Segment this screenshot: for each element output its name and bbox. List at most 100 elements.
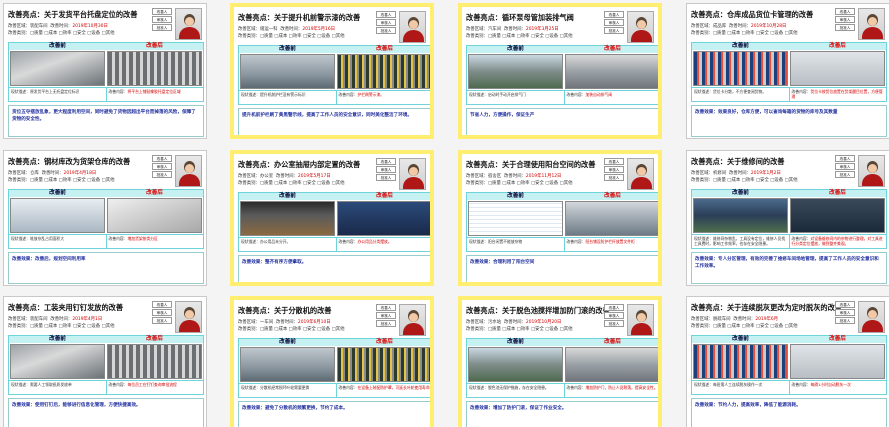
role-boxes: 改善人 审核人 批准人 bbox=[376, 304, 396, 328]
before-after-panel: 改善前 改善后 现状描述：办公用品未分开。 改善内容：办公用品分类摆放。 bbox=[238, 192, 430, 252]
card-title: 改善亮点：关于发货平台托盘定位的改善 bbox=[8, 10, 138, 19]
card-title: 改善亮点：关于合理使用阳台空间的改善 bbox=[466, 160, 596, 169]
after-description: 改善内容：将平台上铺贴橡胶托盘定位区域 bbox=[106, 87, 203, 101]
avatar bbox=[627, 158, 654, 190]
avatar bbox=[399, 158, 426, 190]
after-photo bbox=[790, 51, 885, 86]
before-photo bbox=[240, 201, 335, 236]
after-description: 改善内容：加装自动排气阀 bbox=[564, 90, 658, 104]
avatar bbox=[399, 11, 426, 43]
after-photo bbox=[565, 201, 658, 236]
before-after-panel: 改善前 改善后 现状描述：每班需人工连续脱灰操作一次 改善内容：每隔1小时自动脱灰… bbox=[691, 335, 887, 395]
kaizen-card: 改善亮点：工装夹用钉钉发放的改善 改善区域：装配车间 改善时间：2019年4月1… bbox=[3, 296, 207, 427]
before-label: 改善前 bbox=[9, 43, 106, 50]
kaizen-board: 改善亮点：关于发货平台托盘定位的改善 改善区域：装配车间 改善时间：2019年1… bbox=[0, 0, 889, 427]
role-boxes: 改善人 审核人 批准人 bbox=[835, 8, 855, 32]
card-info: 改善区域：储运一科 改善时间：2019年5月16日 改善类别：□质量 □成本 □… bbox=[238, 27, 345, 39]
before-description: 现状描述：阳台闲置不能放杂物 bbox=[467, 237, 565, 251]
card-title: 改善亮点：仓库成品货位卡管理的改善 bbox=[691, 10, 814, 19]
after-label: 改善后 bbox=[336, 339, 430, 346]
before-description: 现状描述：启动时手动开启排气门 bbox=[467, 90, 565, 104]
before-description: 现状描述：每班需人工连续脱灰操作一次 bbox=[692, 380, 790, 394]
after-label: 改善后 bbox=[789, 190, 886, 197]
role-boxes: 改善人 审核人 批准人 bbox=[604, 11, 624, 35]
effect-box: 节省人力，方便操作，保证生产 bbox=[466, 108, 658, 135]
effect-box: 改善效果：节约人力，提高效率，降低了能源消耗。 bbox=[691, 398, 887, 427]
effect-box: 改善效果：效果良好，仓库方便，可以查询每箱的货物的库号及其数量 bbox=[691, 105, 887, 137]
role-boxes: 改善人 审核人 批准人 bbox=[835, 155, 855, 179]
effect-box: 提升机前护栏刷了黄黑警示线，提高了工作人员的安全意识，同时美化整洁了环境。 bbox=[238, 108, 430, 135]
before-after-panel: 改善前 改善后 现状描述：堆放杂乱占用面积大 改善内容：增加货架按类分区 bbox=[8, 189, 204, 249]
before-photo bbox=[693, 198, 788, 233]
after-label: 改善后 bbox=[336, 193, 430, 200]
after-label: 改善后 bbox=[789, 43, 886, 50]
card-info: 改善区域：汽车间 改善时间：2019年3月25日 改善类别：□质量 □成本 □效… bbox=[466, 27, 573, 39]
card-title: 改善亮点：关于脱色池搅拌增加防门滚的改善 bbox=[466, 306, 610, 315]
before-description: 现状描述：办公用品未分开。 bbox=[239, 237, 337, 251]
after-label: 改善后 bbox=[564, 46, 658, 53]
kaizen-card: 改善亮点：关于维修间的改善 改善区域：机修间 改善时间：2019年1月2日 改善… bbox=[686, 150, 889, 286]
card-info: 改善区域：装配车间 改善时间：2019年10月30日 改善类别：□质量 □成本 … bbox=[8, 24, 115, 36]
before-after-panel: 改善前 改善后 现状描述：提升机前护栏没有警示标识 改善内容：护栏刷警示漆。 bbox=[238, 45, 430, 105]
after-photo bbox=[565, 347, 658, 382]
before-description: 现状描述：需要人工领取纸质发放单 bbox=[9, 380, 107, 394]
before-after-panel: 改善前 改善后 现状描述：脱色池无保护措施，存在安全隐患。 改善内容：增加防护门，… bbox=[466, 338, 658, 398]
after-photo bbox=[107, 198, 202, 233]
before-description: 现状描述：提升机前护栏没有警示标识 bbox=[239, 90, 337, 104]
card-info: 改善区域：脱硫车间 改善时间：2019年6月 改善类别：□质量 □成本 □效率 … bbox=[691, 317, 798, 329]
effect-box: 改善效果：改善后，规划空间利用率 bbox=[8, 252, 204, 284]
after-photo bbox=[107, 344, 202, 379]
before-photo bbox=[693, 344, 788, 379]
before-label: 改善前 bbox=[9, 190, 106, 197]
card-title: 改善亮点：办公室抽屉内部定置的改善 bbox=[238, 160, 361, 169]
before-photo bbox=[10, 344, 105, 379]
before-photo bbox=[240, 54, 335, 89]
before-label: 改善前 bbox=[467, 339, 564, 346]
before-label: 改善前 bbox=[239, 46, 336, 53]
before-label: 改善前 bbox=[467, 193, 564, 200]
effect-box: 改善效果：使用钉钉后，能够进行信息化管理，方便快捷高效。 bbox=[8, 398, 204, 427]
after-photo bbox=[565, 54, 658, 89]
after-photo bbox=[337, 54, 430, 89]
kaizen-card: 改善亮点：办公室抽屉内部定置的改善 改善区域：办公室 改善时间：2019年5月1… bbox=[230, 150, 434, 286]
after-description: 改善内容：阳台铺设防护栏杆放置文件柜 bbox=[564, 237, 658, 251]
kaizen-card: 改善亮点：关于分散机的改善 改善区域：一车间 改善时间：2019年6月10日 改… bbox=[230, 296, 434, 427]
before-after-panel: 改善前 改善后 现状描述：维修间杂物乱，工具没有定位，维修人员找工具费时，影响工作… bbox=[691, 189, 887, 249]
avatar bbox=[858, 8, 885, 40]
kaizen-card: 改善亮点：关于发货平台托盘定位的改善 改善区域：装配车间 改善时间：2019年1… bbox=[3, 3, 207, 139]
role-boxes: 改善人 审核人 批准人 bbox=[835, 301, 855, 325]
before-photo bbox=[468, 201, 563, 236]
avatar bbox=[627, 304, 654, 336]
kaizen-card: 改善亮点：关于合理使用阳台空间的改善 改善区域：宿舍区 改善时间：2019年11… bbox=[458, 150, 662, 286]
role-boxes: 改善人 审核人 批准人 bbox=[604, 304, 624, 328]
avatar bbox=[399, 304, 426, 336]
effect-box: 货位五夺摆放乱象，更大程度利用空间，同时避免了货物因超出平台而掉落的风险，保障了… bbox=[8, 105, 204, 137]
effect-box: 改善效果：整齐有序方便拿取。 bbox=[238, 255, 430, 282]
card-info: 改善区域：机修间 改善时间：2019年1月2日 改善类别：□质量 □成本 □效率… bbox=[691, 171, 798, 183]
before-after-panel: 改善前 改善后 现状描述：原发货平台上无托盘定位标识 改善内容：将平台上铺贴橡胶托… bbox=[8, 42, 204, 102]
effect-box: 改善效果：避免了分散机的频繁更换，节约了成本。 bbox=[238, 401, 430, 427]
before-photo bbox=[240, 347, 335, 382]
after-photo bbox=[337, 201, 430, 236]
after-label: 改善后 bbox=[106, 190, 203, 197]
avatar bbox=[175, 301, 202, 333]
after-photo bbox=[107, 51, 202, 86]
before-after-panel: 改善前 改善后 现状描述：货位卡分散，不方便查阅货物。 改善内容：货位卡按货位放置… bbox=[691, 42, 887, 102]
role-boxes: 改善人 审核人 批准人 bbox=[152, 8, 172, 32]
before-label: 改善前 bbox=[239, 193, 336, 200]
after-photo bbox=[790, 344, 885, 379]
before-description: 现状描述：脱色池无保护措施，存在安全隐患。 bbox=[467, 383, 565, 397]
card-title: 改善亮点：循环泵母管加装排气阀 bbox=[466, 13, 574, 22]
before-label: 改善前 bbox=[239, 339, 336, 346]
after-description: 改善内容：增加货架按类分区 bbox=[106, 234, 203, 248]
before-description: 现状描述：原发货平台上无托盘定位标识 bbox=[9, 87, 107, 101]
after-photo bbox=[790, 198, 885, 233]
after-label: 改善后 bbox=[564, 193, 658, 200]
kaizen-card: 改善亮点：关于提升机前警示漆的改善 改善区域：储运一科 改善时间：2019年5月… bbox=[230, 3, 434, 139]
card-info: 改善区域：一车间 改善时间：2019年6月10日 改善类别：□质量 □成本 □效… bbox=[238, 320, 345, 332]
role-boxes: 改善人 审核人 批准人 bbox=[376, 11, 396, 35]
card-title: 改善亮点：工装夹用钉钉发放的改善 bbox=[8, 303, 124, 312]
role-boxes: 改善人 审核人 批准人 bbox=[376, 158, 396, 182]
after-label: 改善后 bbox=[564, 339, 658, 346]
after-description: 改善内容：每位员工在钉钉查询审批流程 bbox=[106, 380, 203, 394]
